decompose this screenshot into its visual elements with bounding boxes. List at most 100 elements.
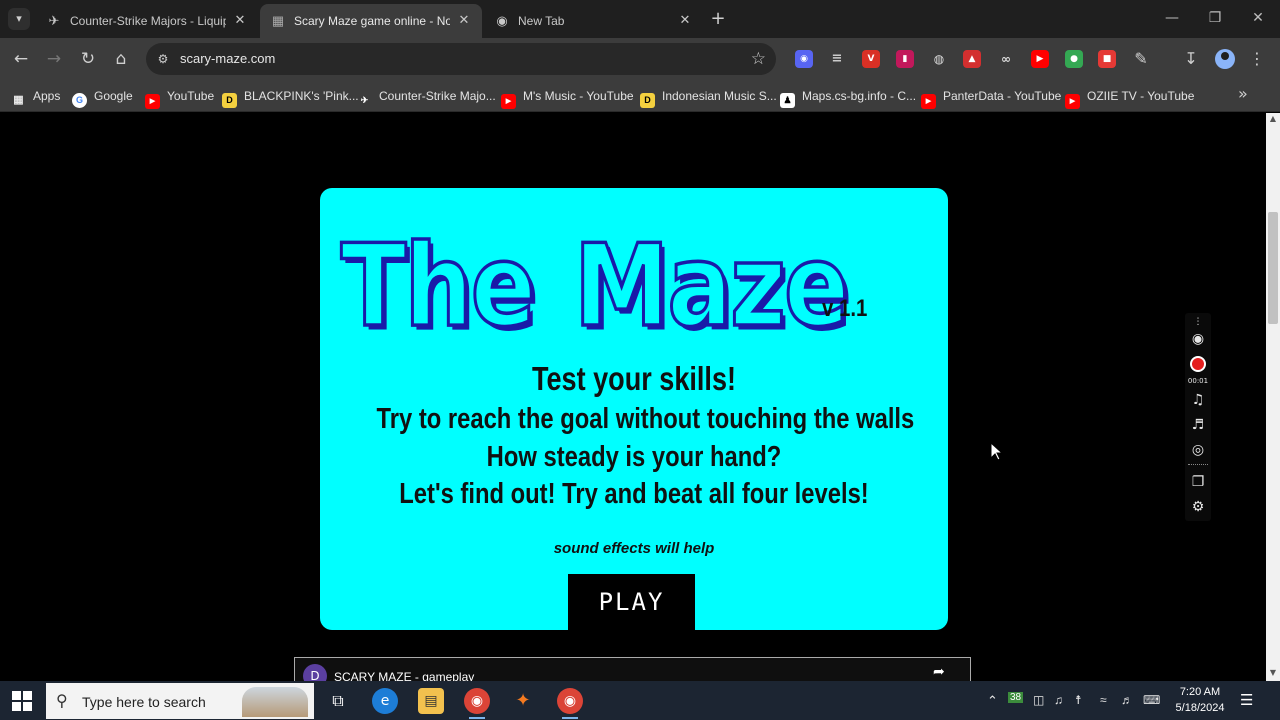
- channel-avatar[interactable]: D: [303, 664, 327, 681]
- tray-meet-icon[interactable]: ◫: [1033, 693, 1044, 707]
- volume-icon[interactable]: ♬: [1121, 693, 1133, 707]
- bookmark-star-icon[interactable]: ☆: [751, 48, 766, 70]
- extension-toggle-icon[interactable]: ◍: [930, 50, 948, 68]
- back-icon[interactable]: ←: [10, 48, 32, 70]
- restore-icon[interactable]: ❐: [1205, 10, 1225, 26]
- extension-discord-icon[interactable]: ◉: [795, 50, 813, 68]
- chrome-taskbar-icon[interactable]: ◉: [464, 688, 490, 714]
- toolbar: ← → ↻ ⌂ ⚙ scary-maze.com ☆ ◉ ≡ V ▮ ◍ ▲ ∞…: [0, 38, 1280, 107]
- play-button[interactable]: PLAY: [568, 574, 695, 630]
- home-icon[interactable]: ⌂: [110, 48, 132, 70]
- extension-pink-icon[interactable]: ▮: [896, 50, 914, 68]
- clock-date: 5/18/2024: [1175, 702, 1225, 714]
- url-text[interactable]: scary-maze.com: [180, 51, 275, 67]
- close-icon[interactable]: ✕: [455, 11, 473, 29]
- bookmark-counter-strike[interactable]: ✈ Counter-Strike Majo...: [357, 87, 496, 105]
- settings-gear-icon[interactable]: ⚙: [1185, 498, 1211, 516]
- bookmark-apps[interactable]: ▦ Apps: [11, 87, 61, 106]
- recorder-more-icon[interactable]: ⋮: [1185, 313, 1211, 331]
- tray-badge[interactable]: 38: [1008, 692, 1024, 703]
- task-view-icon[interactable]: ⧉: [325, 688, 351, 714]
- extension-youtube-icon[interactable]: ▶: [1031, 50, 1049, 68]
- maze-icon: ▦: [271, 13, 285, 28]
- bookmark-google[interactable]: G Google: [72, 87, 133, 108]
- extensions-puzzle-icon[interactable]: ✎: [1130, 48, 1152, 70]
- extension-red-icon[interactable]: ▲: [963, 50, 981, 68]
- maze-game-panel: The Maze v 1.1 Test your skills! Try to r…: [320, 188, 948, 630]
- minimize-icon[interactable]: —: [1162, 10, 1182, 26]
- record-icon[interactable]: [1190, 356, 1206, 372]
- tab-search-button[interactable]: ▾: [8, 8, 30, 30]
- wifi-icon[interactable]: ≈: [1100, 693, 1107, 707]
- close-icon[interactable]: ✕: [676, 11, 694, 29]
- scroll-up-icon[interactable]: ▲: [1266, 114, 1280, 126]
- tab-scary-maze[interactable]: ▦ Scary Maze game online - No download ✕: [260, 4, 482, 38]
- search-placeholder: Type here to search: [82, 694, 206, 710]
- extension-chat-icon[interactable]: ●: [1065, 50, 1083, 68]
- page-scrollbar[interactable]: [1266, 113, 1280, 681]
- mouse-cursor-icon: [990, 442, 1004, 461]
- active-indicator: [562, 717, 578, 719]
- notification-icon[interactable]: ☰: [1240, 691, 1253, 709]
- keyboard-icon[interactable]: ⌨: [1143, 693, 1160, 707]
- app-pin-icon[interactable]: ✦: [510, 688, 536, 714]
- camera-icon[interactable]: ◉: [1185, 330, 1211, 348]
- scroll-thumb[interactable]: [1268, 212, 1278, 324]
- webcam-icon[interactable]: ◎: [1185, 441, 1211, 459]
- close-icon[interactable]: ✕: [231, 11, 249, 29]
- bookmark-blackpink[interactable]: D BLACKPINK's 'Pink...: [222, 87, 359, 108]
- site-settings-icon[interactable]: ⚙: [154, 50, 172, 68]
- tab-new-tab[interactable]: ◉ New Tab ✕: [484, 4, 704, 38]
- video-title[interactable]: SCARY MAZE - gameplay: [334, 670, 474, 681]
- file-explorer-icon[interactable]: ▤: [418, 688, 444, 714]
- bookmarks-overflow-icon[interactable]: »: [1238, 84, 1248, 103]
- extension-pair-icon[interactable]: ■: [1098, 50, 1116, 68]
- tab-strip: ▾ ✈ Counter-Strike Majors - Liquipedia ✕…: [0, 0, 1280, 38]
- bookmark-panterdata[interactable]: ▶ PanterData - YouTube: [921, 87, 1061, 109]
- bookmark-label: BLACKPINK's 'Pink...: [244, 89, 359, 103]
- edge-icon[interactable]: e: [372, 688, 398, 714]
- bookmark-indonesian-music[interactable]: D Indonesian Music S...: [640, 87, 777, 108]
- bookmark-ms-music[interactable]: ▶ M's Music - YouTube: [501, 87, 634, 109]
- tab-title: Scary Maze game online - No download: [294, 14, 450, 28]
- video-embed[interactable]: D SCARY MAZE - gameplay ➦: [294, 657, 971, 681]
- youtube-icon: ▶: [1065, 94, 1080, 109]
- address-bar[interactable]: ⚙ scary-maze.com ☆: [146, 43, 776, 75]
- active-indicator: [469, 717, 485, 719]
- extension-v-icon[interactable]: V: [862, 50, 880, 68]
- title-word-the: The: [339, 218, 537, 354]
- tab-title: New Tab: [518, 14, 565, 28]
- tray-mic-icon[interactable]: ♫: [1054, 693, 1063, 707]
- new-tab-button[interactable]: +: [708, 9, 728, 29]
- tray-ime-icon[interactable]: ☨: [1075, 693, 1082, 707]
- window-close-icon[interactable]: ✕: [1248, 10, 1268, 26]
- system-clock[interactable]: 7:20 AM 5/18/2024: [1170, 684, 1230, 716]
- extension-link-icon[interactable]: ∞: [997, 50, 1015, 68]
- window-capture-icon[interactable]: ❐: [1185, 473, 1211, 491]
- cs-icon: ✈: [48, 13, 60, 28]
- microphone-icon[interactable]: ♫: [1185, 391, 1211, 409]
- apps-grid-icon: ▦: [13, 94, 24, 106]
- bookmark-label: M's Music - YouTube: [523, 89, 634, 103]
- bookmark-label: Apps: [33, 89, 61, 103]
- bookmark-oziie-tv[interactable]: ▶ OZIIE TV - YouTube: [1065, 87, 1194, 109]
- download-icon[interactable]: ↧: [1180, 48, 1202, 70]
- youtube-icon: ▶: [145, 94, 160, 109]
- speaker-icon[interactable]: ♬: [1185, 416, 1211, 434]
- taskbar-search-box[interactable]: ⚲ Type here to search: [46, 683, 314, 719]
- scroll-down-icon[interactable]: ▼: [1266, 668, 1280, 680]
- tab-counter-strike[interactable]: ✈ Counter-Strike Majors - Liquipedia ✕: [36, 4, 258, 38]
- extension-equalizer-icon[interactable]: ≡: [828, 50, 846, 68]
- chrome-profile-icon[interactable]: ◉: [557, 688, 583, 714]
- bookmark-youtube[interactable]: ▶ YouTube: [145, 87, 214, 109]
- dc-icon: D: [640, 93, 655, 108]
- windows-start-icon[interactable]: [12, 691, 32, 711]
- reload-icon[interactable]: ↻: [77, 48, 99, 70]
- page-content: The Maze v 1.1 Test your skills! Try to r…: [0, 113, 1266, 681]
- bookmark-maps-csbg[interactable]: ♟ Maps.cs-bg.info - C...: [780, 87, 916, 108]
- share-icon[interactable]: ➦: [933, 664, 945, 680]
- tray-chevron-icon[interactable]: ⌃: [987, 693, 998, 709]
- menu-icon[interactable]: ⋮: [1246, 48, 1268, 70]
- profile-avatar[interactable]: [1215, 49, 1235, 69]
- forward-icon[interactable]: →: [43, 48, 65, 70]
